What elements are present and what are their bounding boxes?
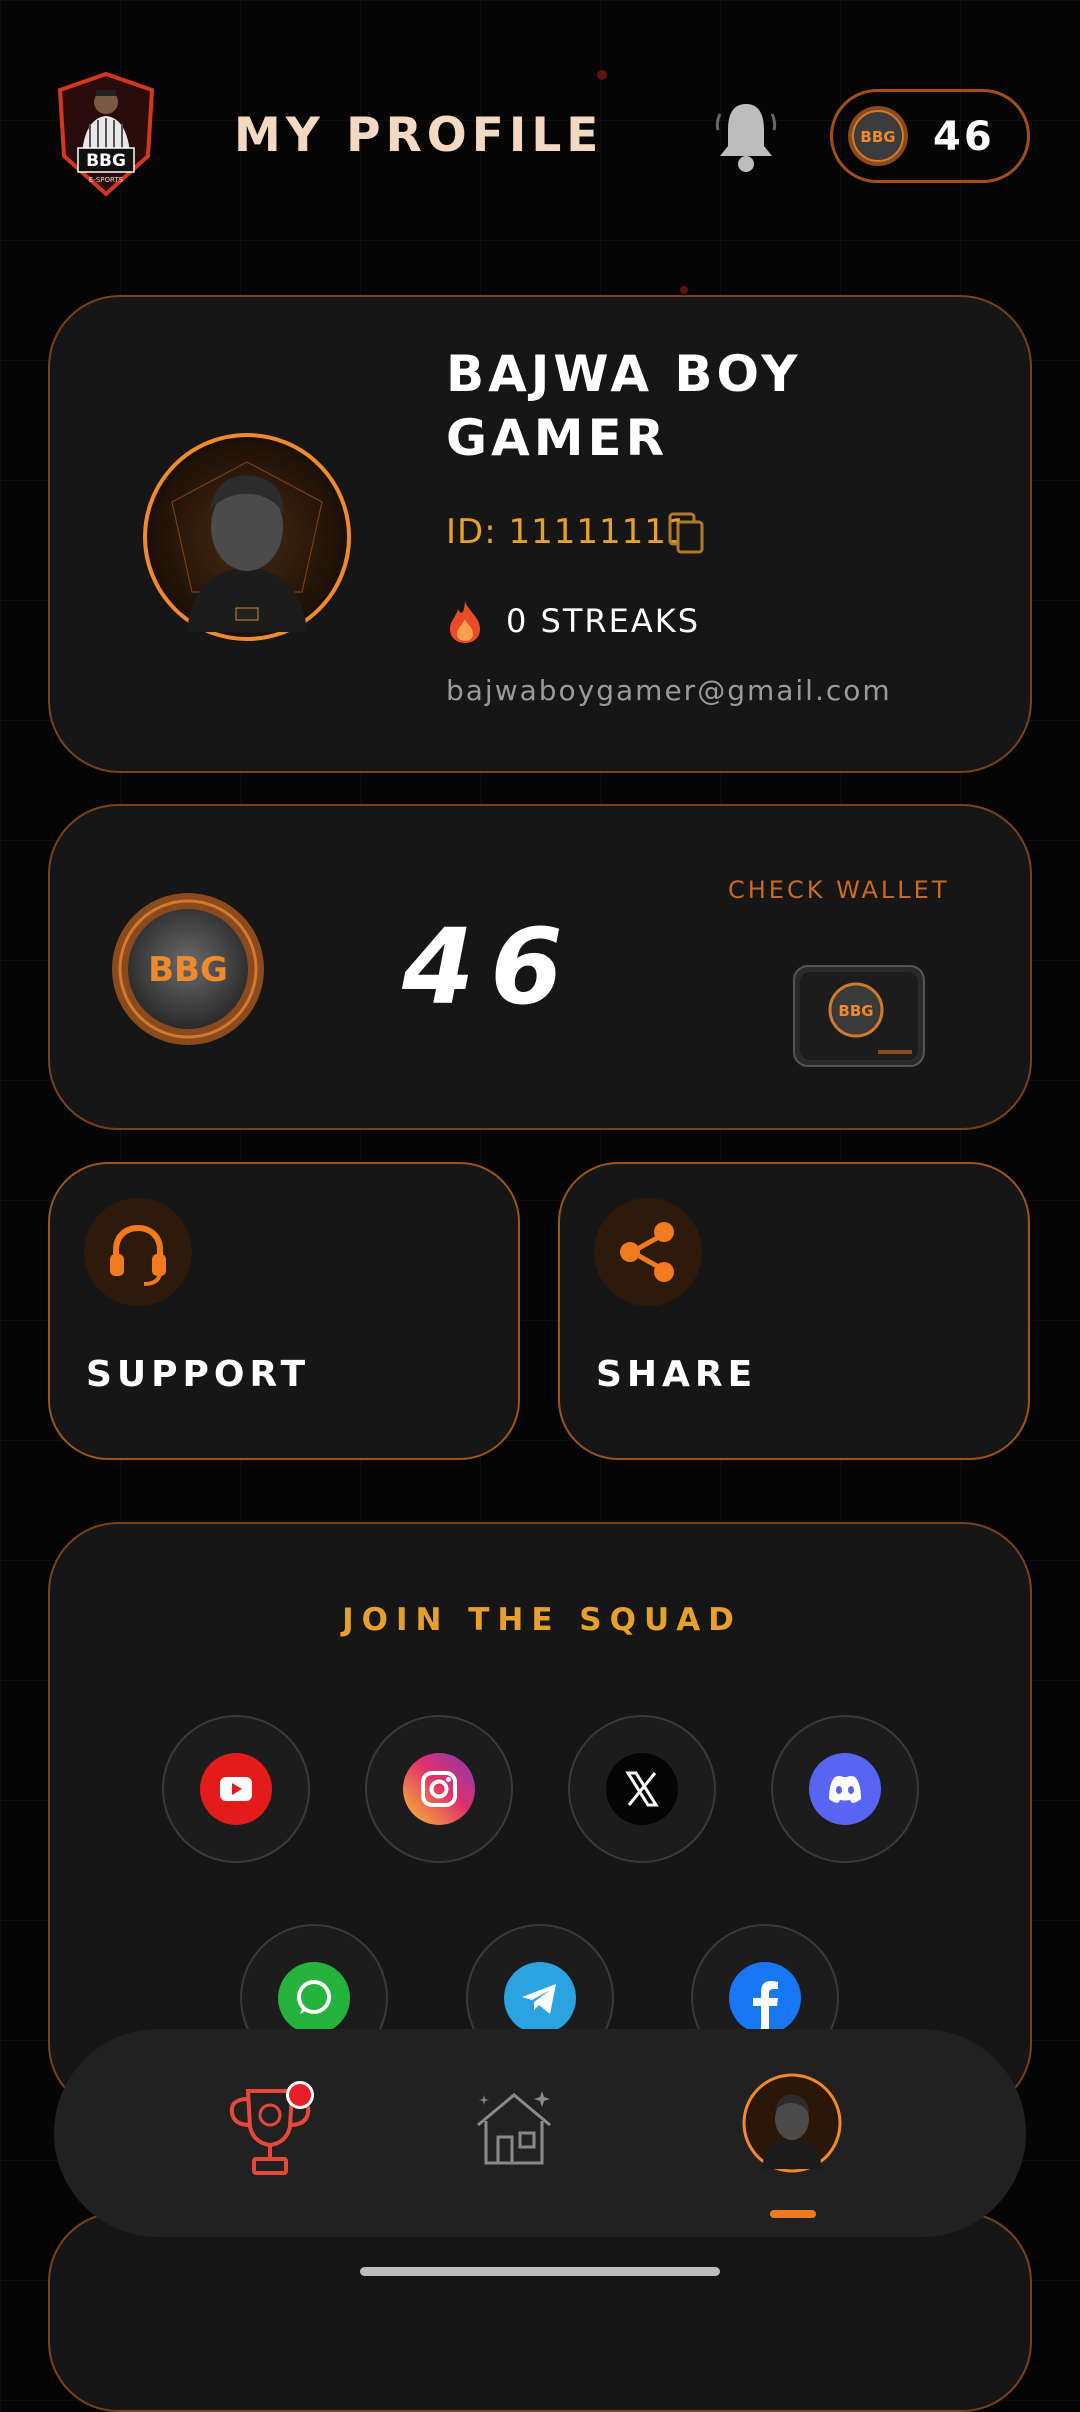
coin-balance-value: 46 — [933, 114, 995, 160]
check-wallet-link[interactable]: CHECK WALLET — [728, 876, 950, 904]
user-id: ID: 11111111 — [446, 512, 690, 552]
background-speck — [597, 70, 607, 80]
app-logo: BBG E-SPORTS — [56, 71, 156, 197]
active-tab-indicator — [770, 2210, 816, 2218]
page-title: MY PROFILE — [234, 108, 604, 163]
support-label: SUPPORT — [86, 1354, 311, 1395]
svg-text:BBG: BBG — [86, 151, 126, 171]
svg-text:BBG: BBG — [838, 1002, 873, 1020]
background-speck — [680, 286, 688, 294]
youtube-icon[interactable] — [162, 1715, 310, 1863]
wallet-card[interactable]: BBG 46 CHECK WALLET BBG — [48, 804, 1032, 1130]
share-button[interactable]: SHARE — [558, 1162, 1030, 1460]
discord-icon[interactable] — [771, 1715, 919, 1863]
wallet-balance: 46 — [402, 906, 579, 1028]
squad-title: JOIN THE SQUAD — [342, 1602, 742, 1638]
bottom-nav — [54, 2029, 1026, 2237]
share-icon — [594, 1198, 702, 1306]
x-icon[interactable] — [568, 1715, 716, 1863]
copy-icon[interactable] — [666, 512, 706, 556]
flame-icon — [446, 599, 484, 645]
bbg-coin-icon: BBG — [847, 105, 909, 167]
wallet-icon: BBG — [790, 958, 928, 1070]
headset-icon — [84, 1198, 192, 1306]
home-indicator — [360, 2267, 720, 2276]
user-email: bajwaboygamer@gmail.com — [446, 674, 892, 707]
profile-avatar-nav[interactable] — [742, 2073, 842, 2173]
profile-avatar[interactable] — [142, 432, 352, 642]
support-button[interactable]: SUPPORT — [48, 1162, 520, 1460]
streaks-count: 0 STREAKS — [506, 602, 701, 640]
svg-text:BBG: BBG — [860, 128, 895, 146]
notification-badge — [286, 2081, 314, 2109]
notification-bell-icon[interactable] — [714, 100, 778, 174]
join-squad-card: JOIN THE SQUAD — [48, 1522, 1032, 2114]
profile-card: BAJWA BOY GAMER ID: 11111111 0 STREAKS b… — [48, 295, 1032, 773]
coin-balance-pill[interactable]: BBG 46 — [830, 89, 1030, 183]
home-icon[interactable] — [468, 2081, 560, 2173]
next-card — [48, 2212, 1032, 2412]
share-label: SHARE — [596, 1354, 758, 1395]
instagram-icon[interactable] — [365, 1715, 513, 1863]
svg-text:BBG: BBG — [148, 950, 228, 990]
user-name: BAJWA BOY GAMER — [446, 345, 802, 467]
svg-text:E-SPORTS: E-SPORTS — [89, 176, 124, 184]
bbg-coin-icon: BBG — [110, 891, 266, 1047]
